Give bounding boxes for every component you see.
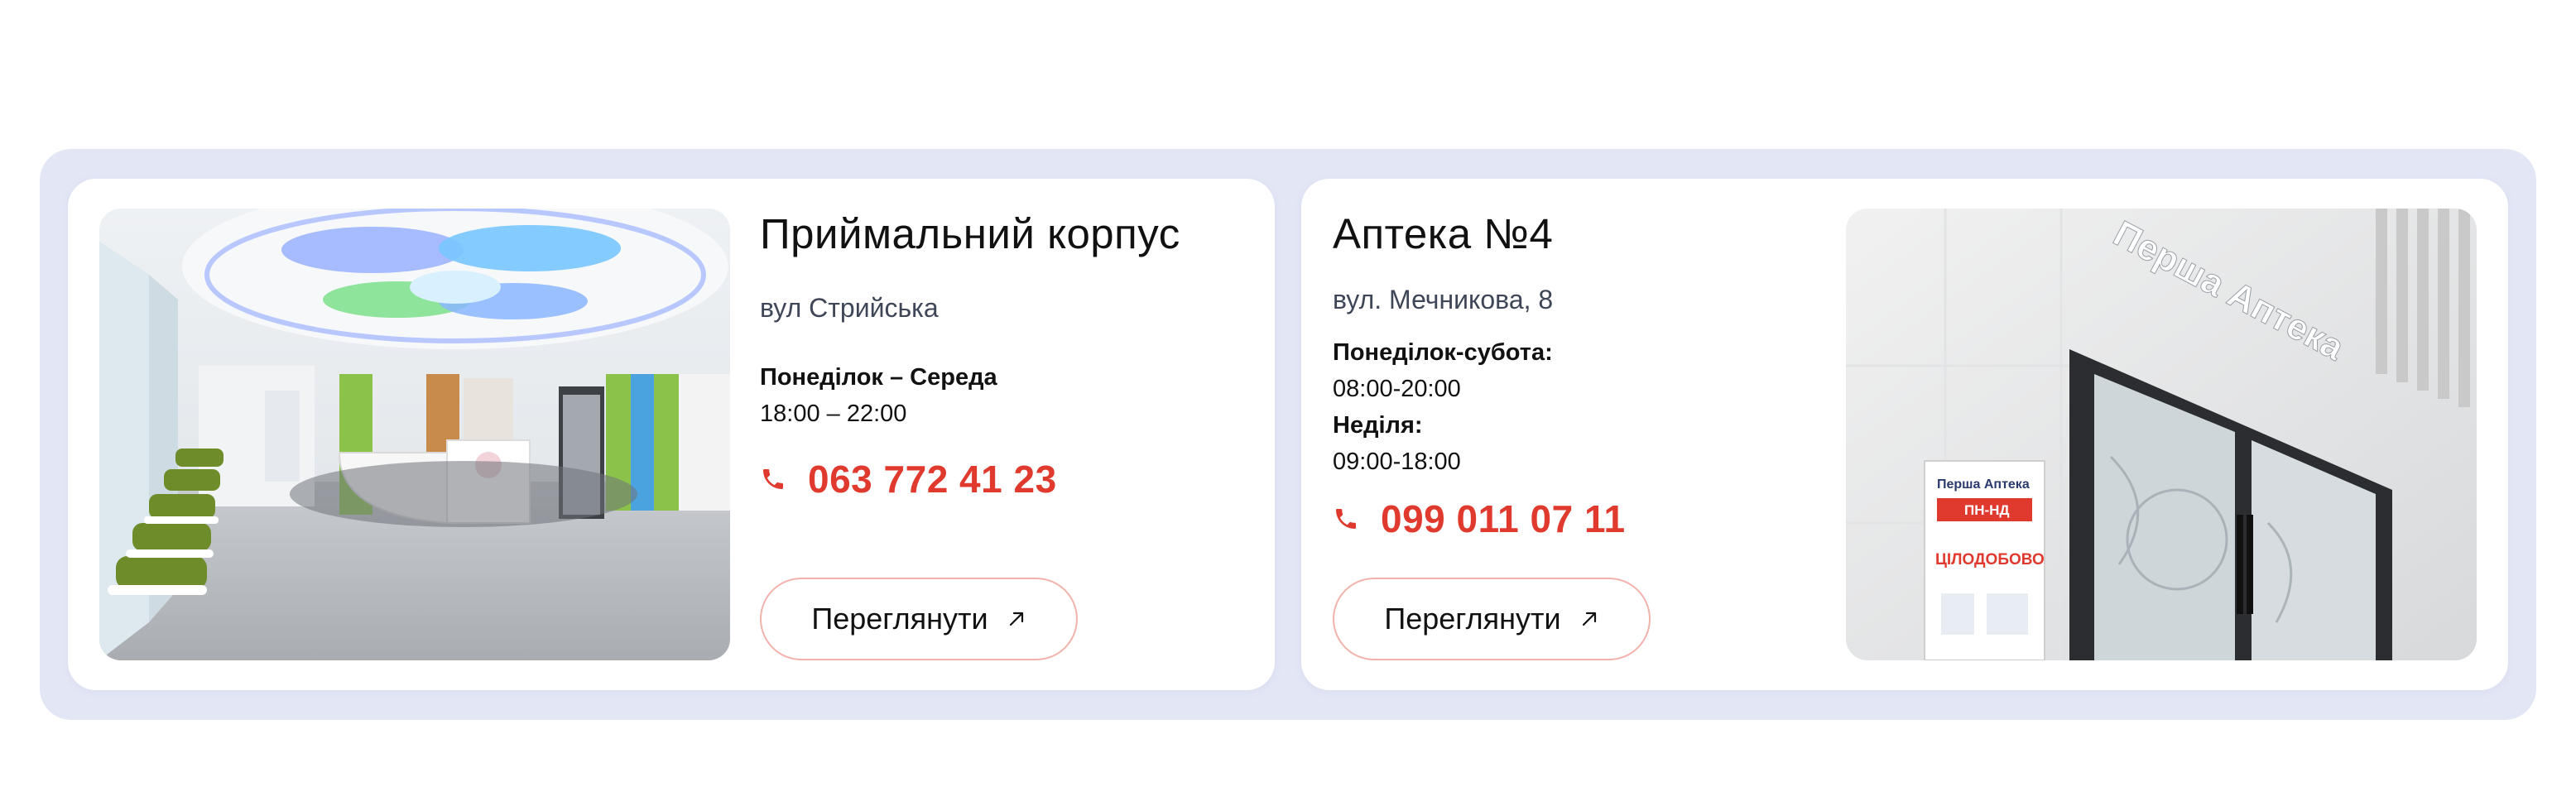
phone-number: 063 772 41 23 — [808, 457, 1057, 501]
opening-hours: Понеділок-субота: 08:00-20:00 Неділя: 09… — [1333, 334, 1829, 480]
hours-days-label: Понеділок-субота: — [1333, 338, 1553, 366]
location-card-pharmacy: Аптека №4 вул. Мечникова, 8 Понеділок-су… — [1301, 179, 2508, 690]
view-button[interactable]: Переглянути — [1333, 578, 1651, 660]
arrow-up-right-icon — [1009, 612, 1023, 626]
location-title: Аптека №4 — [1333, 210, 1554, 257]
location-address: вул Стрийська — [760, 293, 939, 324]
hours-time-value: 09:00-18:00 — [1333, 448, 1461, 475]
view-button-label: Переглянути — [1384, 602, 1561, 636]
location-card-reception: Приймальний корпус вул Стрийська Понеділ… — [68, 179, 1275, 690]
phone-link[interactable]: 099 011 07 11 — [1333, 497, 1829, 541]
phone-icon — [763, 468, 783, 489]
phone-icon — [1336, 508, 1356, 529]
view-button[interactable]: Переглянути — [760, 578, 1078, 660]
poster-brand: Перша Аптека — [1937, 477, 2030, 492]
view-button-label: Переглянути — [811, 602, 988, 636]
hours-time-value: 18:00 – 22:00 — [760, 400, 907, 427]
phone-number: 099 011 07 11 — [1381, 497, 1626, 540]
opening-hours: Понеділок – Середа 18:00 – 22:00 — [760, 359, 1257, 432]
poster-hours: ЦІЛОДОБОВО — [1935, 551, 2045, 569]
pharmacy-entrance-photo: Перша Аптека Перша Аптека ПН-НД ЦІЛОДОБО… — [1846, 209, 2477, 660]
phone-link[interactable]: 063 772 41 23 — [760, 457, 1257, 501]
arrow-up-right-icon — [1582, 612, 1596, 626]
hours-time-value: 08:00-20:00 — [1333, 375, 1461, 402]
poster-days: ПН-НД — [1964, 502, 2010, 518]
reception-hall-photo — [99, 209, 730, 660]
location-address: вул. Мечникова, 8 — [1333, 285, 1554, 315]
hours-days-label: Понеділок – Середа — [760, 363, 997, 391]
hours-days-label: Неділя: — [1333, 411, 1423, 439]
location-title: Приймальний корпус — [760, 210, 1180, 257]
